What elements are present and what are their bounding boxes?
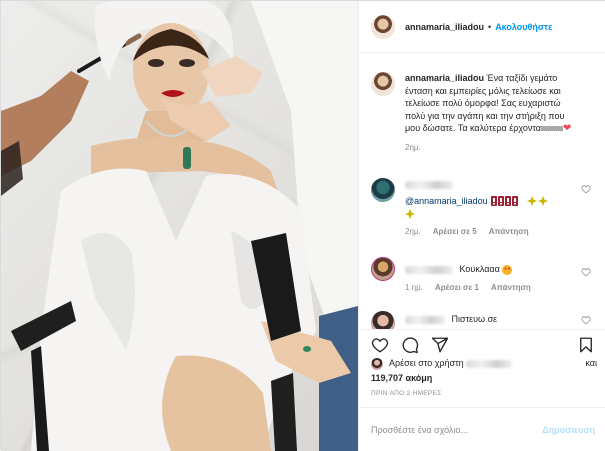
comment-icon[interactable]: [401, 336, 419, 354]
comment-message: Πιστευω σε: [451, 314, 498, 324]
follow-button[interactable]: Ακολουθήστε: [495, 22, 552, 32]
sparkle-emoji-icon: [405, 208, 415, 219]
caption-meta: 2ημ.: [405, 143, 581, 152]
comment-time[interactable]: 2ημ.: [405, 227, 421, 236]
comment-row: Πιστευω σε: [371, 311, 597, 329]
comment-text: Κουκλααα ♥ ♥: [405, 263, 581, 276]
avatar[interactable]: [371, 14, 395, 39]
reply-button[interactable]: Απάντηση: [489, 227, 529, 236]
comment-like-heart-icon[interactable]: [581, 315, 591, 325]
red-heart-emoji-icon: ❤: [562, 123, 572, 134]
comment-row: Κουκλααα ♥ ♥ 1 ημ. Αρέσει σε 1 Απάντηση: [371, 257, 597, 292]
comment-meta: 1 ημ. Αρέσει σε 1 Απάντηση: [405, 283, 581, 292]
likes-prefix: Αρέσει στο χρήστη: [389, 358, 464, 368]
comment-mention[interactable]: @annamaria_iliadou: [405, 196, 488, 206]
reply-button[interactable]: Απάντηση: [491, 283, 531, 292]
likes-line: Αρέσει στο χρήστη και: [371, 357, 597, 370]
comment-input[interactable]: Προσθέστε ένα σχόλιο...: [371, 425, 542, 435]
blurred-username[interactable]: [405, 180, 453, 189]
header-separator: •: [488, 21, 492, 32]
caption-text: annamaria_iliadou Ένα ταξίδι γεμάτο έντα…: [405, 72, 581, 136]
comment-like-heart-icon[interactable]: [581, 184, 591, 194]
blurred-liker-name[interactable]: [466, 359, 513, 368]
comment-text: Πιστευω σε: [405, 313, 581, 326]
comments-list[interactable]: annamaria_iliadou Ένα ταξίδι γεμάτο έντα…: [359, 54, 605, 329]
liker-avatar[interactable]: [371, 357, 383, 370]
comment-meta: 2ημ. Αρέσει σε 5 Απάντηση: [405, 227, 581, 236]
bookmark-icon[interactable]: [577, 336, 595, 354]
exclamation-emoji-icon: [491, 196, 519, 207]
comment-message: @annamaria_iliadou: [405, 195, 581, 220]
caption-username[interactable]: annamaria_iliadou: [405, 73, 484, 83]
comment-body: Κουκλααα ♥ ♥ 1 ημ. Αρέσει σε 1 Απάντηση: [405, 257, 581, 292]
instagram-post: annamaria_iliadou • Ακολουθήστε annamari…: [0, 0, 605, 451]
blurred-username[interactable]: [405, 315, 445, 324]
caption-time[interactable]: 2ημ.: [405, 143, 421, 152]
caption-body: annamaria_iliadou Ένα ταξίδι γεμάτο έντα…: [405, 72, 581, 152]
post-photo[interactable]: [1, 1, 358, 451]
heart-icon[interactable]: [371, 336, 389, 354]
add-comment-bar: Προσθέστε ένα σχόλιο... Δημοσίευση: [359, 407, 605, 451]
caption-row: annamaria_iliadou Ένα ταξίδι γεμάτο έντα…: [371, 72, 597, 152]
comment-row: @annamaria_iliadou 2ημ. Αρέσει σε 5 Απάν…: [371, 178, 597, 236]
post-date[interactable]: ΠΡΙΝ ΑΠΟ 2 ΗΜΕΡΕΣ: [371, 390, 442, 397]
comment-likes-count[interactable]: Αρέσει σε 5: [433, 227, 477, 236]
post-actions: [359, 329, 605, 359]
comment-avatar[interactable]: [371, 257, 395, 281]
comment-avatar[interactable]: [371, 178, 395, 202]
comment-time[interactable]: 1 ημ.: [405, 283, 423, 292]
comment-body: @annamaria_iliadou 2ημ. Αρέσει σε 5 Απάν…: [405, 178, 581, 236]
heart-eyes-emoji-icon: ♥ ♥: [502, 264, 513, 275]
header-username[interactable]: annamaria_iliadou: [405, 22, 484, 32]
caption-avatar[interactable]: [371, 72, 395, 96]
post-comment-button[interactable]: Δημοσίευση: [542, 425, 595, 435]
comment-like-heart-icon[interactable]: [581, 267, 591, 277]
post-side-panel: annamaria_iliadou • Ακολουθήστε annamari…: [358, 1, 605, 451]
likes-and: και: [585, 358, 597, 368]
comment-likes-count[interactable]: Αρέσει σε 1: [435, 283, 479, 292]
sparkle-emoji-icon: [526, 196, 548, 207]
comment-body: Πιστευω σε: [405, 311, 581, 329]
post-header: annamaria_iliadou • Ακολουθήστε: [359, 1, 605, 53]
comment-message: Κουκλααα: [459, 264, 500, 274]
comment-avatar[interactable]: [371, 311, 395, 329]
share-icon[interactable]: [431, 336, 449, 354]
blurred-username[interactable]: [405, 265, 453, 274]
likes-summary: Αρέσει στο χρήστη και 119,707 ακόμη: [371, 357, 597, 384]
likes-count[interactable]: 119,707 ακόμη: [371, 373, 432, 383]
photo-illustration: [1, 1, 358, 451]
likes-count-line: 119,707 ακόμη: [371, 372, 597, 384]
comment-text: [405, 178, 581, 191]
